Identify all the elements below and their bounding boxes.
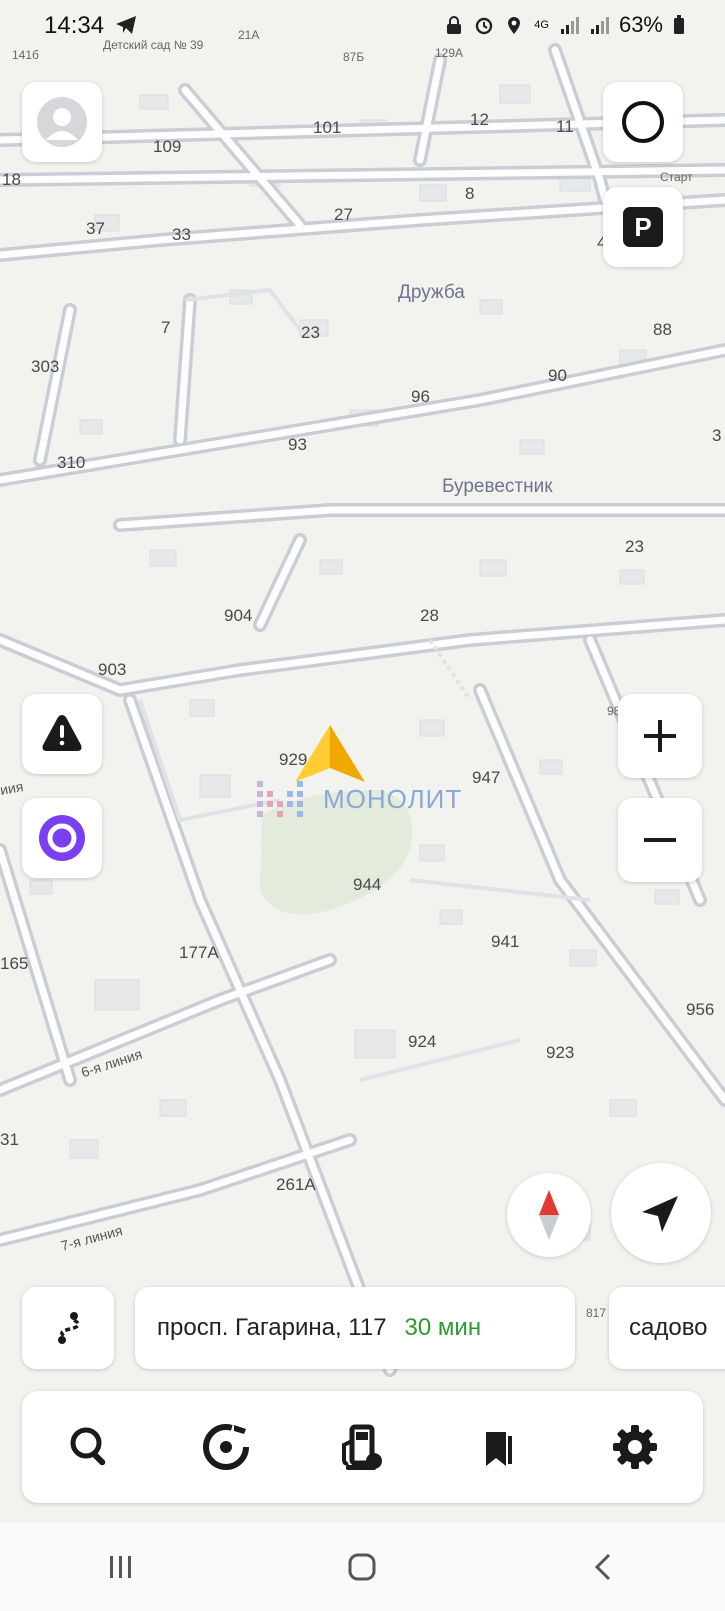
house-number: 947 <box>472 768 501 787</box>
parking-icon: P <box>623 207 663 247</box>
profile-button[interactable] <box>22 82 102 162</box>
battery-icon <box>674 15 684 34</box>
compass-icon <box>539 1190 559 1240</box>
settings-button[interactable] <box>595 1407 675 1487</box>
avatar-icon <box>37 97 87 147</box>
gas-station-icon <box>342 1424 383 1470</box>
signal-icon <box>560 17 579 34</box>
house-number: 96 <box>411 387 430 406</box>
house-number: 12 <box>470 110 489 129</box>
house-number: 18 <box>2 170 21 189</box>
bookmarks-icon <box>485 1432 512 1466</box>
house-number: 87Б <box>343 50 365 64</box>
music-button[interactable] <box>186 1407 266 1487</box>
route-suggestions-bar: просп. Гагарина, 117 30 мин садово <box>0 1287 725 1371</box>
minus-icon <box>644 838 676 842</box>
bottom-toolbar <box>22 1391 703 1503</box>
house-number: 941 <box>491 932 520 951</box>
house-number: 90 <box>548 366 567 385</box>
house-number: 23 <box>625 537 644 556</box>
house-number: 101 <box>313 118 342 137</box>
house-number: 33 <box>172 225 191 244</box>
alice-assistant-button[interactable] <box>22 798 102 878</box>
current-location-arrow-icon <box>295 725 365 782</box>
house-number: 165 <box>0 954 29 973</box>
back-chevron-icon <box>595 1553 611 1581</box>
route-chip-next[interactable]: садово <box>609 1287 725 1369</box>
house-number: 88 <box>653 320 672 339</box>
house-number: 956 <box>686 1000 715 1019</box>
route-eta: 30 мин <box>404 1314 482 1341</box>
house-number-cut: 3 <box>712 426 722 445</box>
location-icon <box>508 17 521 34</box>
status-icons: 4G 63% <box>444 12 685 38</box>
map-layers-button[interactable] <box>603 82 683 162</box>
route-destination: просп. Гагарина, 117 <box>157 1314 387 1341</box>
alice-icon <box>39 815 85 861</box>
zoom-out-button[interactable] <box>618 798 702 882</box>
house-number: 37 <box>86 219 105 238</box>
lock-icon <box>447 16 462 34</box>
plus-icon <box>644 720 676 752</box>
house-number: 7 <box>161 318 171 337</box>
route-settings-chip[interactable] <box>22 1287 114 1369</box>
music-icon <box>203 1424 250 1470</box>
house-number: 903 <box>98 660 127 679</box>
recent-apps-button[interactable] <box>81 1537 161 1597</box>
house-number: 177А <box>179 943 219 962</box>
zoom-in-button[interactable] <box>618 694 702 778</box>
house-number: 924 <box>408 1032 437 1051</box>
gas-stations-button[interactable] <box>322 1407 402 1487</box>
report-event-button[interactable] <box>22 694 102 774</box>
status-bar: 14:34 4G 63% <box>0 0 725 50</box>
battery-percent: 63% <box>618 12 663 37</box>
warning-triangle-icon <box>42 715 82 751</box>
house-number: 93 <box>288 435 307 454</box>
house-number: 11 <box>556 117 574 136</box>
svg-text:P: P <box>634 212 651 242</box>
house-number: 28 <box>420 606 439 625</box>
house-number: 261А <box>276 1175 316 1194</box>
route-icon <box>58 1312 80 1344</box>
alarm-icon <box>476 17 493 35</box>
route-chip-home[interactable]: просп. Гагарина, 117 30 мин <box>135 1287 575 1369</box>
layers-circle-icon <box>622 101 664 143</box>
compass-button[interactable] <box>507 1173 591 1257</box>
house-number: 109 <box>153 137 182 156</box>
navigation-arrow-icon <box>642 1196 678 1232</box>
house-number: 944 <box>353 875 382 894</box>
search-button[interactable] <box>50 1407 130 1487</box>
house-number: 31 <box>0 1130 19 1149</box>
home-icon <box>348 1553 376 1581</box>
house-number: 923 <box>546 1043 575 1062</box>
my-location-button[interactable] <box>611 1163 711 1263</box>
status-time: 14:34 <box>44 12 105 39</box>
system-nav-bar <box>0 1523 725 1611</box>
route-next-destination: садово <box>629 1314 708 1341</box>
house-number: 27 <box>334 205 353 224</box>
signal-icon-2 <box>590 17 609 34</box>
gear-icon <box>612 1425 657 1469</box>
parking-button[interactable]: P <box>603 187 683 267</box>
house-number: 8 <box>465 184 475 203</box>
search-icon <box>70 1427 106 1466</box>
house-number: 23 <box>301 323 320 342</box>
recents-icon <box>109 1556 131 1578</box>
house-number: 141б <box>12 48 39 62</box>
bookmarks-button[interactable] <box>459 1407 539 1487</box>
poi-label: Старт <box>660 170 693 184</box>
home-button[interactable] <box>322 1537 402 1597</box>
house-number: 310 <box>57 453 86 472</box>
telegram-icon <box>116 16 136 34</box>
navigator-screen: 141б Детский сад № 39 21А 87Б 129А 109 1… <box>0 0 725 1611</box>
house-number: 303 <box>31 357 60 376</box>
back-button[interactable] <box>564 1537 644 1597</box>
house-number: 904 <box>224 606 253 625</box>
district-label: Буревестник <box>442 476 553 497</box>
network-type: 4G <box>534 18 549 31</box>
district-label: Дружба <box>398 282 465 303</box>
